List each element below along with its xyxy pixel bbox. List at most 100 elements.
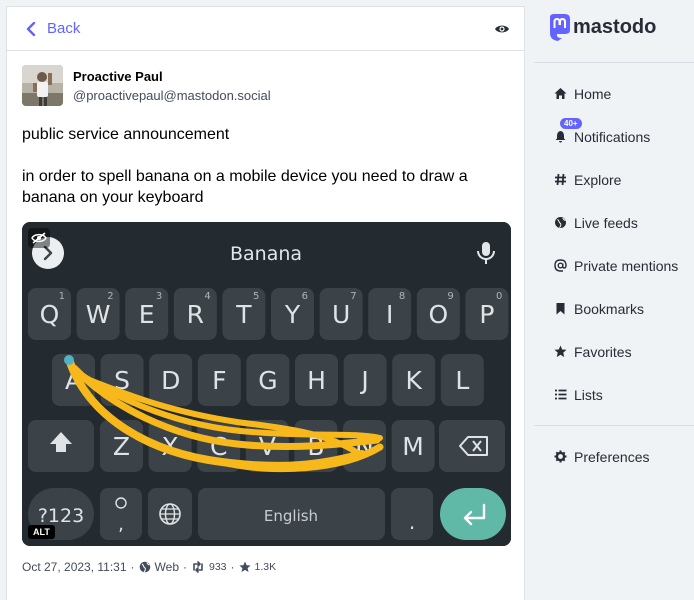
- avatar-image: [22, 65, 63, 106]
- nav-private-mentions[interactable]: Private mentions: [534, 244, 694, 287]
- star-icon[interactable]: [238, 561, 251, 573]
- key-letter: P: [479, 300, 494, 329]
- key-letter: L: [455, 366, 469, 395]
- nav-label: Lists: [574, 386, 603, 403]
- key-letter: Q: [40, 300, 60, 329]
- gear-icon: [554, 450, 567, 463]
- account-names: Proactive Paul @proactivepaul@mastodon.s…: [73, 68, 271, 104]
- list-icon: [554, 388, 567, 401]
- key-letter: W: [86, 300, 111, 329]
- home-icon: [554, 87, 567, 100]
- key-letter: F: [212, 366, 226, 395]
- logo-text: mastodon: [573, 16, 656, 38]
- nav-label: Notifications: [574, 128, 651, 145]
- key-letter: H: [307, 366, 326, 395]
- nav-live-feeds[interactable]: Live feeds: [534, 201, 694, 244]
- key-hint: 1: [59, 291, 65, 302]
- status-date[interactable]: Oct 27, 2023, 11:31: [22, 560, 127, 574]
- key-hint: 0: [496, 291, 502, 302]
- key-letter: U: [332, 300, 350, 329]
- suggestion-word: Banana: [230, 243, 302, 265]
- key-hint: 3: [156, 291, 162, 302]
- status: Proactive Paul @proactivepaul@mastodon.s…: [7, 51, 524, 574]
- avatar[interactable]: [22, 65, 63, 106]
- meta-separator: ·: [183, 560, 187, 574]
- key-hint: 8: [399, 291, 405, 302]
- eye-icon[interactable]: [494, 23, 510, 35]
- key-hint: 6: [302, 291, 308, 302]
- globe-icon: [554, 216, 567, 229]
- alt-badge[interactable]: ALT: [28, 525, 55, 539]
- key-letter: R: [187, 300, 204, 329]
- key-letter: Z: [113, 432, 130, 461]
- status-paragraph: in order to spell banana on a mobile dev…: [22, 168, 468, 206]
- bookmark-icon: [554, 302, 567, 315]
- back-button[interactable]: Back: [25, 20, 80, 37]
- backspace-key: [439, 420, 505, 472]
- at-icon: [554, 259, 567, 272]
- key-letter: E: [139, 300, 155, 329]
- bell-icon: [554, 130, 567, 143]
- key-letter: T: [235, 300, 252, 329]
- swipe-start-dot: [64, 355, 74, 365]
- period-key-label: .: [409, 510, 415, 534]
- meta-separator: ·: [130, 560, 135, 574]
- status-column: Back Proactive Paul @proactivepaul@masto…: [6, 6, 525, 600]
- key-letter: Y: [284, 300, 301, 329]
- status-meta: Oct 27, 2023, 11:31 · Web · 933 · 1.3K: [22, 560, 509, 574]
- nav-label: Bookmarks: [574, 300, 645, 317]
- navigation-sidebar: mastodon Home Notifications 40+ Explore …: [534, 0, 694, 600]
- key-letter: K: [405, 366, 422, 395]
- key-letter: D: [161, 366, 180, 395]
- mastodon-logo[interactable]: mastodon: [534, 0, 694, 56]
- key-letter: M: [402, 432, 424, 461]
- nav-label: Explore: [574, 171, 622, 188]
- notifications-badge: 40+: [560, 118, 582, 129]
- enter-key: [440, 488, 506, 540]
- globe-visibility-icon: [139, 561, 150, 573]
- nav-label: Home: [574, 85, 612, 102]
- back-label: Back: [47, 20, 81, 37]
- nav-home[interactable]: Home: [534, 72, 694, 115]
- status-paragraph: public service announcement: [22, 126, 230, 143]
- chevron-left-icon: [26, 21, 36, 36]
- key-hint: 4: [204, 291, 210, 302]
- nav-bookmarks[interactable]: Bookmarks: [534, 287, 694, 330]
- boost-count[interactable]: 933: [209, 561, 227, 573]
- application-name: Web: [154, 560, 179, 574]
- nav-notifications[interactable]: Notifications 40+: [534, 115, 694, 158]
- nav-favorites[interactable]: Favorites: [534, 330, 694, 373]
- nav-preferences[interactable]: Preferences: [534, 435, 694, 478]
- nav-label: Favorites: [574, 343, 632, 360]
- display-name[interactable]: Proactive Paul: [73, 68, 271, 85]
- key-hint: 7: [350, 291, 356, 302]
- column-header: Back: [7, 7, 524, 51]
- favourite-count[interactable]: 1.3K: [255, 561, 277, 573]
- space-key-label: English: [264, 507, 318, 525]
- media-attachment[interactable]: Banana Q1W2E3R4T5Y6U7I8O9P0 ASDFGHJKL ZX…: [22, 222, 511, 546]
- symbols-key-label: ?123: [38, 505, 84, 527]
- account-handle: @proactivepaul@mastodon.social: [73, 87, 271, 103]
- key-hint: 2: [107, 291, 113, 302]
- account-header[interactable]: Proactive Paul @proactivepaul@mastodon.s…: [22, 65, 509, 106]
- nav-divider: [534, 425, 694, 426]
- key-letter: J: [359, 366, 368, 395]
- keyboard-screenshot: Banana Q1W2E3R4T5Y6U7I8O9P0 ASDFGHJKL ZX…: [22, 222, 511, 546]
- nav-label: Live feeds: [574, 214, 638, 231]
- eye-slash-icon: [31, 232, 47, 244]
- key-hint: 5: [253, 291, 259, 302]
- hashtag-icon: [554, 173, 567, 186]
- star-icon: [554, 345, 567, 358]
- comma-key-label: ,: [118, 514, 124, 535]
- hide-media-button[interactable]: [28, 228, 50, 248]
- key-letter: I: [386, 300, 393, 329]
- nav-label: Private mentions: [574, 257, 679, 274]
- mastodon-logo-mark: mastodon: [550, 14, 656, 41]
- key-letter: G: [258, 366, 277, 395]
- meta-separator: ·: [230, 560, 235, 574]
- nav-explore[interactable]: Explore: [534, 158, 694, 201]
- retweet-icon[interactable]: [191, 561, 205, 573]
- nav-lists[interactable]: Lists: [534, 373, 694, 416]
- key-hint: 9: [447, 291, 453, 302]
- nav-label: Preferences: [574, 448, 650, 465]
